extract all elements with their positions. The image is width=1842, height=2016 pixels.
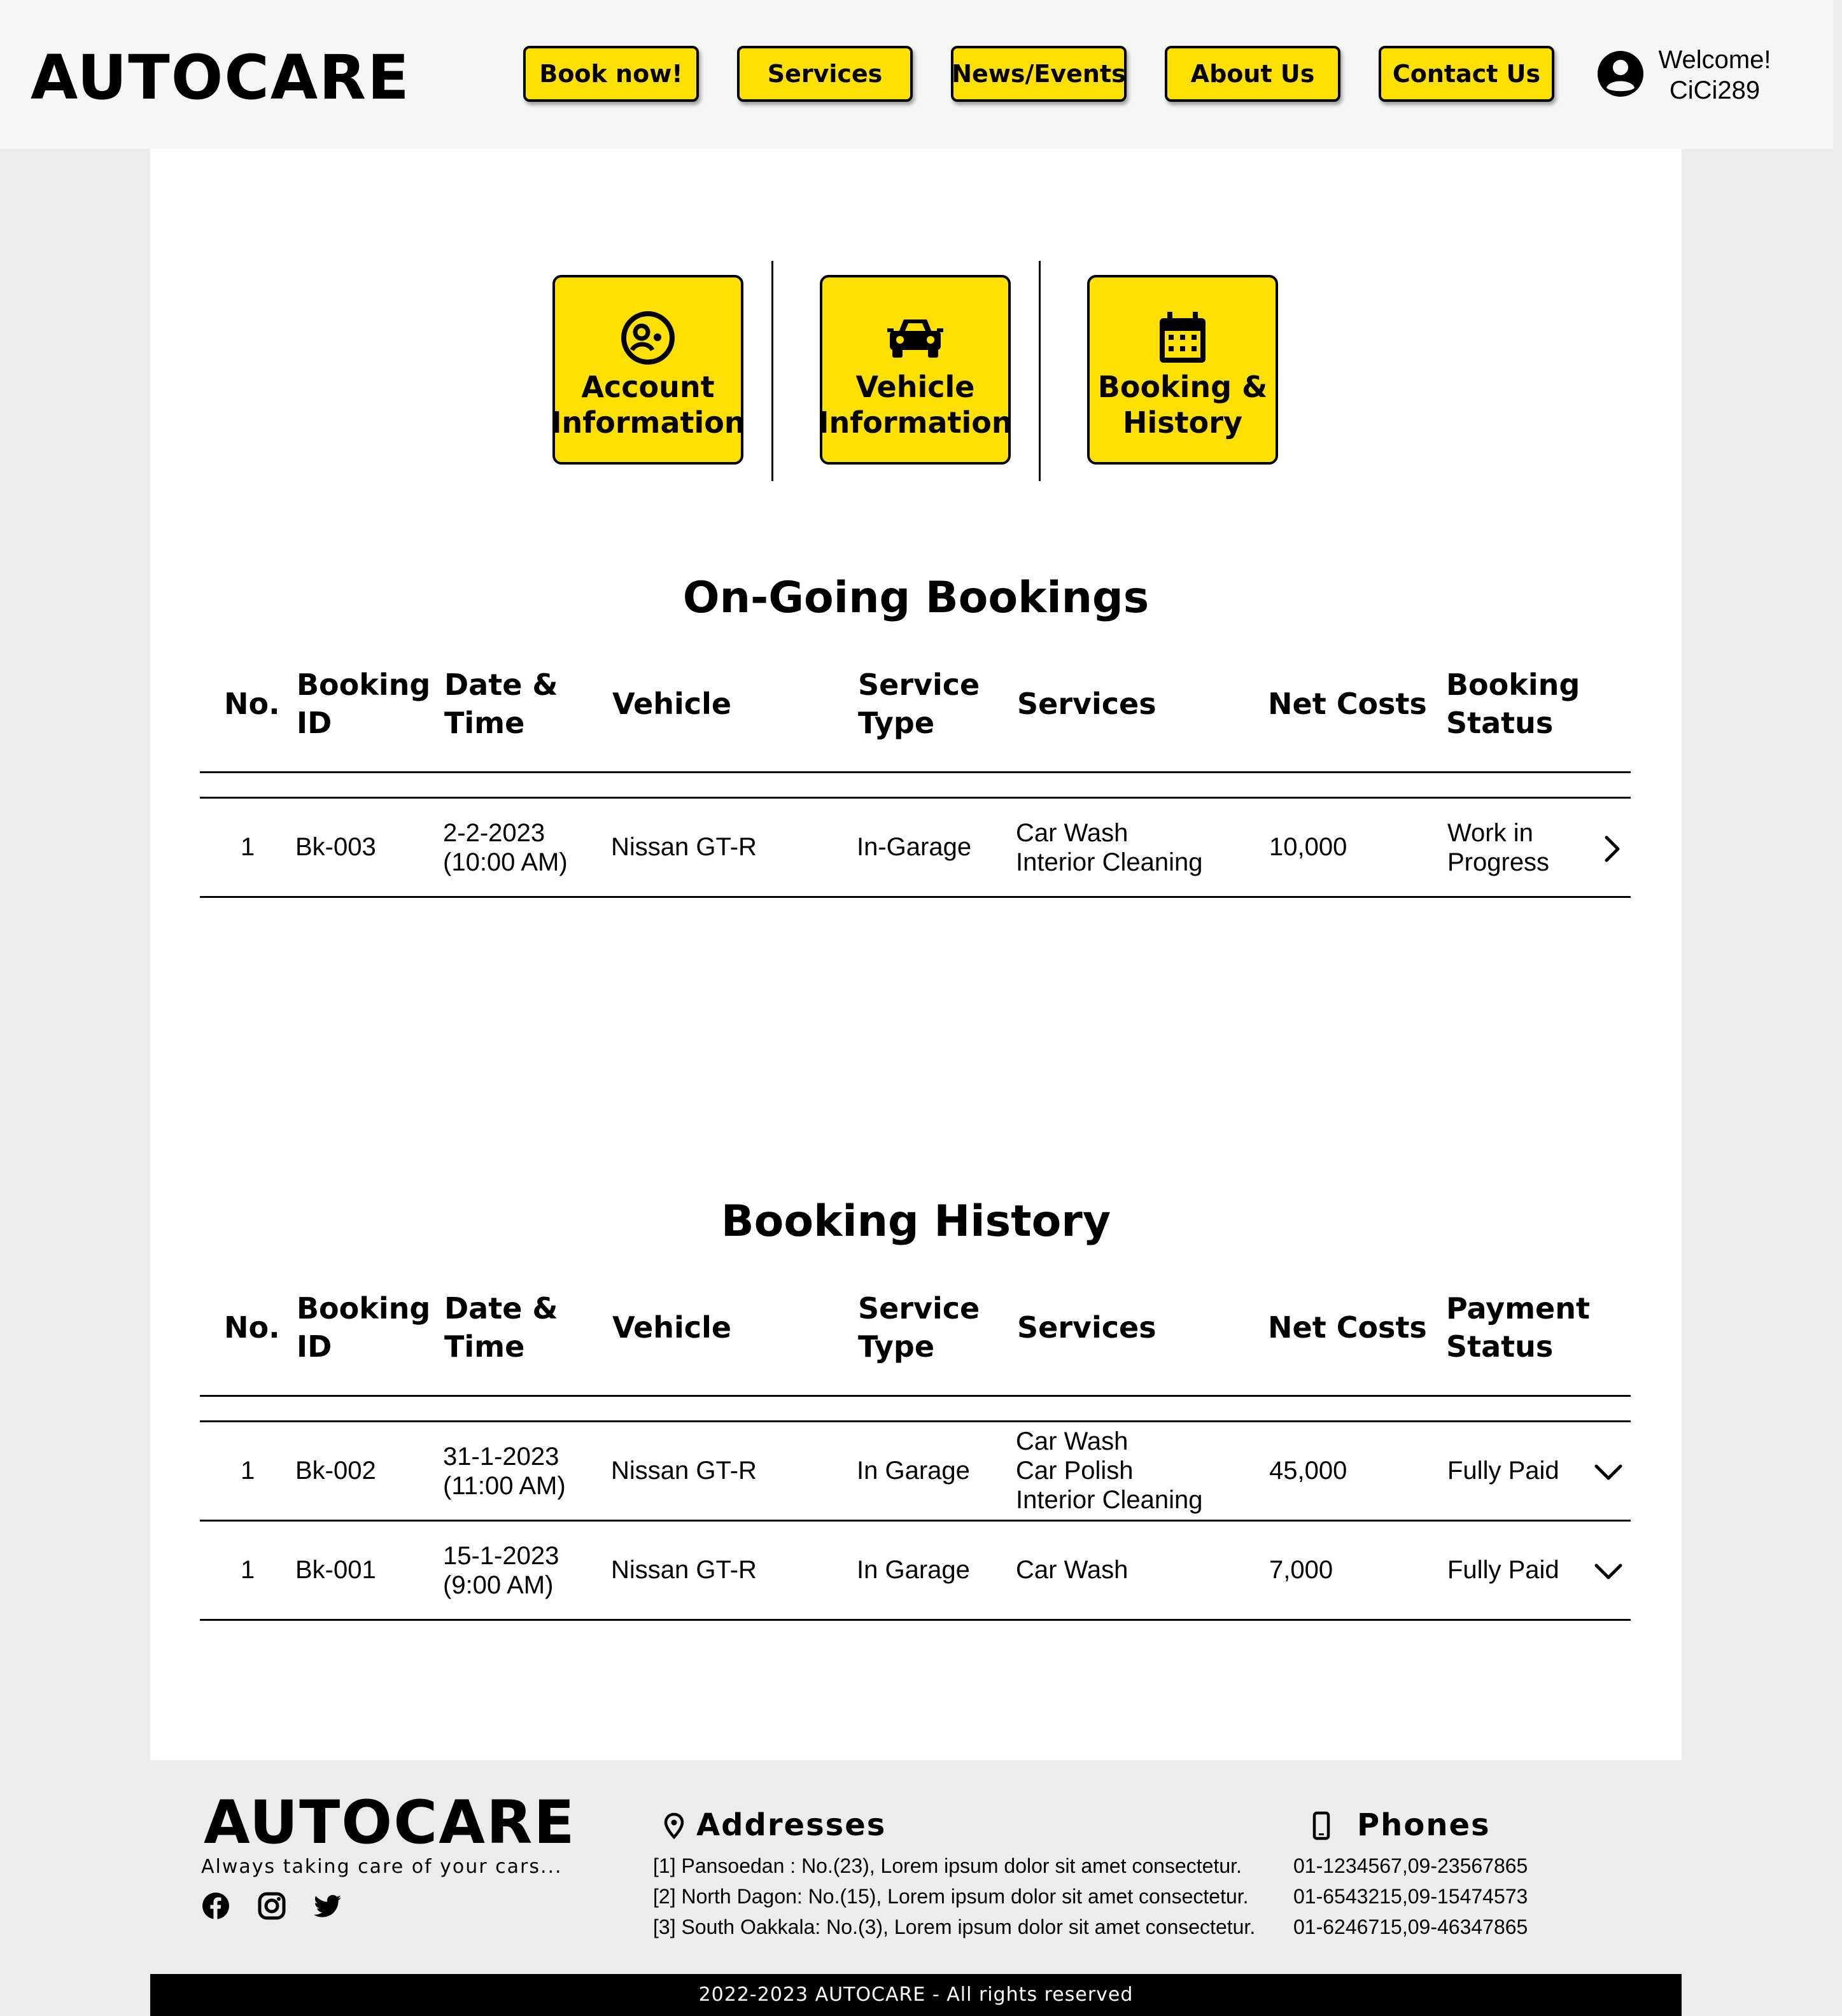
cell-vehicle: Nissan GT-R <box>611 1556 757 1584</box>
about-us-nav-button[interactable]: About Us <box>1165 46 1340 102</box>
tile-label-line2: Information <box>818 405 1013 440</box>
twitter-icon[interactable] <box>313 1891 342 1921</box>
main-content: Account Information Vehicle Information <box>150 149 1682 1760</box>
col-header-booking-status: Booking Status <box>1446 668 1580 740</box>
tile-label-line2: History <box>1123 405 1242 440</box>
cell-services: Car Wash <box>1016 1556 1128 1584</box>
vehicle-information-tile[interactable]: Vehicle Information <box>818 275 1013 465</box>
col-header-date-time: Date & Time <box>444 668 558 740</box>
cell-date-time: 2-2-2023 (10:00 AM) <box>443 819 568 876</box>
tile-divider <box>1039 261 1041 481</box>
cell-payment-status: Fully Paid <box>1447 1556 1559 1584</box>
cell-no: 1 <box>241 833 255 861</box>
table-divider <box>200 771 1631 773</box>
account-information-tile[interactable]: Account Information <box>551 275 745 465</box>
top-nav-bar: AUTOCARE Book now! Services News/Events … <box>0 0 1833 149</box>
table-divider <box>200 1395 1631 1397</box>
col-header-vehicle: Vehicle <box>612 1310 732 1345</box>
cell-net-cost: 45,000 <box>1269 1457 1347 1485</box>
cell-vehicle: Nissan GT-R <box>611 833 757 861</box>
phone-line: 01-1234567,09-23567865 <box>1293 1854 1528 1877</box>
cell-net-cost: 7,000 <box>1269 1556 1333 1584</box>
table-divider <box>200 1520 1631 1522</box>
tile-divider <box>771 261 773 481</box>
col-header-services: Services <box>1017 1310 1157 1345</box>
col-header-booking-id: Booking ID <box>297 668 431 740</box>
cell-no: 1 <box>241 1457 255 1485</box>
tile-label-line1: Account <box>581 370 715 404</box>
copyright-bar: 2022-2023 AUTOCARE - All rights reserved <box>150 1974 1682 2016</box>
col-header-service-type: Service Type <box>858 668 980 740</box>
table-divider <box>200 896 1631 898</box>
footer: AUTOCARE Always taking care of your cars… <box>150 1760 1682 1974</box>
cell-service-type: In Garage <box>857 1457 970 1485</box>
cell-booking-status: Work in Progress <box>1447 819 1550 876</box>
col-header-payment-status: Payment Status <box>1446 1291 1590 1364</box>
col-header-no: No. <box>224 1310 280 1345</box>
table-divider <box>200 1619 1631 1621</box>
col-header-date-time: Date & Time <box>444 1291 558 1364</box>
cell-services: Car Wash Interior Cleaning <box>1016 819 1203 876</box>
calendar-icon <box>1160 312 1206 363</box>
col-header-services: Services <box>1017 687 1157 721</box>
cell-net-cost: 10,000 <box>1269 833 1347 861</box>
cell-date-time: 15-1-2023 (9:00 AM) <box>443 1542 559 1599</box>
address-line: [1] Pansoedan : No.(23), Lorem ipsum dol… <box>653 1854 1242 1877</box>
phone-line: 01-6543215,09-15474573 <box>1293 1885 1528 1908</box>
chevron-down-icon[interactable] <box>1594 1461 1623 1483</box>
services-nav-button[interactable]: Services <box>737 46 913 102</box>
col-header-net-costs: Net Costs <box>1268 1310 1427 1345</box>
car-icon <box>887 319 943 358</box>
cell-services: Car Wash Car Polish Interior Cleaning <box>1016 1427 1203 1514</box>
cell-service-type: In-Garage <box>857 833 972 861</box>
addresses-heading: Addresses <box>696 1807 887 1843</box>
footer-tagline: Always taking care of your cars... <box>201 1856 563 1878</box>
phones-heading: Phones <box>1357 1807 1491 1843</box>
address-line: [2] North Dagon: No.(15), Lorem ipsum do… <box>653 1885 1249 1908</box>
cell-date-time: 31-1-2023 (11:00 AM) <box>443 1443 566 1500</box>
location-pin-icon <box>664 1812 684 1839</box>
booking-history-tile[interactable]: Booking & History <box>1087 275 1278 465</box>
book-now-button[interactable]: Book now! <box>523 46 699 102</box>
contact-us-nav-button[interactable]: Contact Us <box>1379 46 1554 102</box>
username-label: CiCi289 <box>1669 76 1761 104</box>
chevron-right-icon[interactable] <box>1599 835 1624 863</box>
instagram-icon[interactable] <box>257 1891 286 1921</box>
col-header-net-costs: Net Costs <box>1268 687 1427 721</box>
table-divider <box>200 797 1631 799</box>
ongoing-bookings-title: On-Going Bookings <box>682 573 1149 623</box>
col-header-no: No. <box>224 687 280 721</box>
booking-history-title: Booking History <box>721 1196 1111 1247</box>
col-header-service-type: Service Type <box>858 1291 980 1364</box>
welcome-label: Welcome! <box>1658 46 1771 74</box>
cell-booking-id: Bk-002 <box>295 1457 376 1485</box>
facebook-icon[interactable] <box>201 1891 230 1921</box>
footer-logo: AUTOCARE <box>204 1788 576 1858</box>
cell-no: 1 <box>241 1556 255 1584</box>
welcome-message: Welcome! CiCi289 <box>1651 45 1778 106</box>
phone-line: 01-6246715,09-46347865 <box>1293 1915 1528 1938</box>
brand-logo[interactable]: AUTOCARE <box>31 39 411 116</box>
news-events-nav-button[interactable]: News/Events <box>951 46 1127 102</box>
col-header-vehicle: Vehicle <box>612 687 732 721</box>
table-divider <box>200 1420 1631 1422</box>
account-icon <box>621 311 675 365</box>
phone-icon <box>1312 1811 1330 1840</box>
tile-label-line2: Information <box>551 405 745 440</box>
cell-booking-id: Bk-003 <box>295 833 376 861</box>
cell-vehicle: Nissan GT-R <box>611 1457 757 1485</box>
cell-service-type: In Garage <box>857 1556 970 1584</box>
cell-booking-id: Bk-001 <box>295 1556 376 1584</box>
user-avatar-icon[interactable] <box>1596 50 1645 98</box>
cell-payment-status: Fully Paid <box>1447 1457 1559 1485</box>
tile-label-line1: Booking & <box>1097 370 1268 404</box>
chevron-down-icon[interactable] <box>1594 1560 1623 1582</box>
tile-label-line1: Vehicle <box>855 370 975 404</box>
col-header-booking-id: Booking ID <box>297 1291 431 1364</box>
address-line: [3] South Oakkala: No.(3), Lorem ipsum d… <box>653 1915 1256 1938</box>
